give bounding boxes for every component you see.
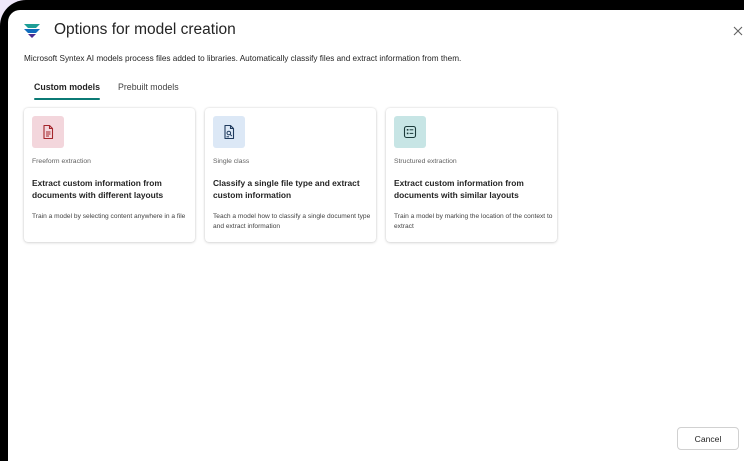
close-icon[interactable] (731, 24, 744, 38)
syntex-app-icon (24, 24, 40, 38)
model-option-cards: Freeform extraction Extract custom infor… (24, 108, 567, 242)
window-frame: Options for model creation Microsoft Syn… (0, 0, 744, 461)
card-icon-container (32, 116, 64, 148)
card-description: Teach a model how to classify a single d… (213, 213, 371, 230)
card-icon-container (213, 116, 245, 148)
card-title: Extract custom information from document… (32, 178, 164, 200)
dialog-title: Options for model creation (54, 21, 236, 38)
card-single-class[interactable]: Single class Classify a single file type… (205, 108, 376, 242)
card-structured-extraction[interactable]: Structured extraction Extract custom inf… (386, 108, 557, 242)
dialog-description: Microsoft Syntex AI models process files… (24, 54, 462, 63)
card-kind-label: Structured extraction (394, 158, 457, 165)
tab-prebuilt-models[interactable]: Prebuilt models (118, 82, 179, 100)
model-creation-dialog: Options for model creation Microsoft Syn… (8, 10, 744, 461)
card-title: Extract custom information from document… (394, 178, 524, 200)
document-search-icon (224, 124, 235, 140)
cancel-button[interactable]: Cancel (677, 427, 739, 450)
form-icon (403, 125, 417, 139)
card-description: Train a model by marking the location of… (394, 213, 553, 230)
card-kind-label: Single class (213, 158, 250, 165)
model-type-tabs: Custom models Prebuilt models (34, 82, 197, 100)
card-freeform-extraction[interactable]: Freeform extraction Extract custom infor… (24, 108, 195, 242)
dialog-header: Options for model creation (22, 20, 236, 40)
tab-custom-models[interactable]: Custom models (34, 82, 100, 100)
card-title: Classify a single file type and extract … (213, 178, 360, 200)
document-text-icon (43, 124, 54, 140)
card-kind-label: Freeform extraction (32, 158, 91, 165)
card-icon-container (394, 116, 426, 148)
card-description: Train a model by selecting content anywh… (32, 213, 186, 220)
